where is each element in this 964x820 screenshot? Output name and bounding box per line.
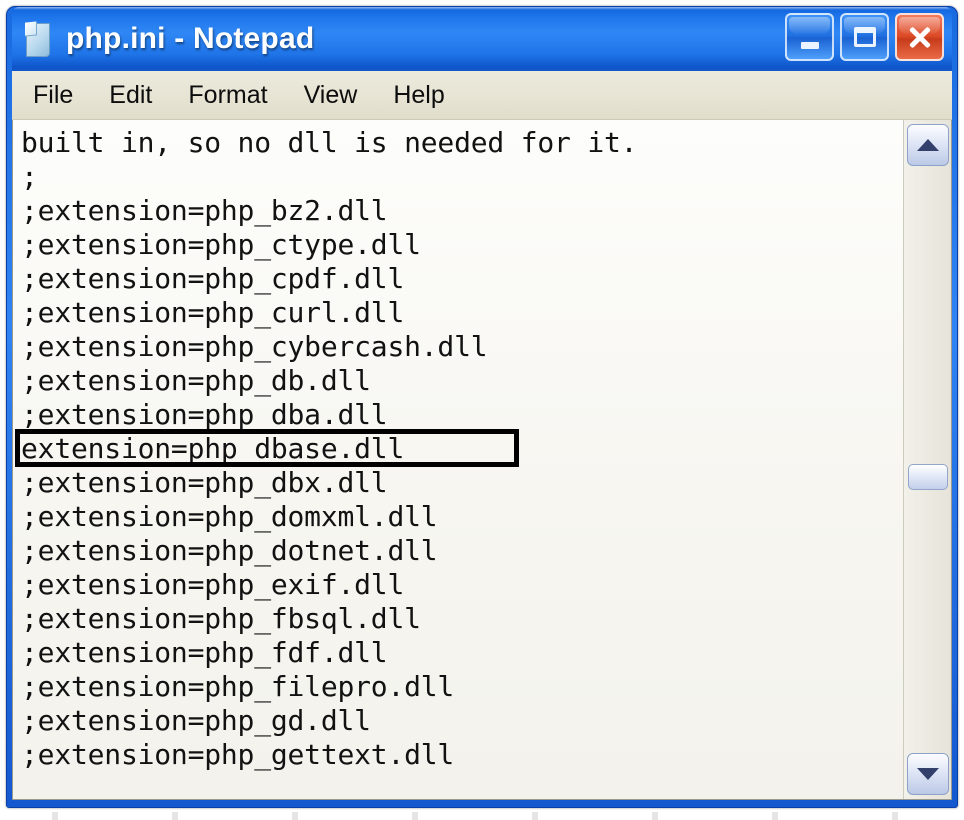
minimize-button[interactable] <box>785 13 834 61</box>
text-line: ;extension=php_fbsql.dll <box>21 602 421 635</box>
chevron-up-icon <box>917 139 939 151</box>
text-line: built in, so no dll is needed for it. <box>21 126 638 159</box>
client-area: built in, so no dll is needed for it.; ;e… <box>12 120 952 800</box>
text-line: ;extension=php_filepro.dll <box>21 670 455 703</box>
vertical-scrollbar[interactable] <box>903 120 951 799</box>
menu-bar: File Edit Format View Help <box>12 71 952 120</box>
scroll-up-button[interactable] <box>907 124 949 166</box>
menu-item-view[interactable]: View <box>301 80 361 111</box>
text-line: ;extension=php_ctype.dll <box>21 228 421 261</box>
text-line: ;extension=php_dbx.dll <box>21 466 388 499</box>
text-line: ; <box>21 160 38 193</box>
text-line: ;extension=php_domxml.dll <box>21 500 438 533</box>
window-title: php.ini - Notepad <box>66 22 315 55</box>
text-line: ;extension=php_exif.dll <box>21 568 405 601</box>
text-line: ;extension=php_db.dll <box>21 364 371 397</box>
close-button[interactable] <box>895 13 944 61</box>
title-bar[interactable]: php.ini - Notepad <box>12 7 952 71</box>
text-line: ;extension=php_fdf.dll <box>21 636 388 669</box>
menu-item-format[interactable]: Format <box>185 80 270 111</box>
screen: php.ini - Notepad File Edit Format View … <box>0 0 964 820</box>
scrollbar-thumb[interactable] <box>908 464 948 490</box>
text-line: ;extension=php_dba.dll <box>21 398 388 431</box>
icon-page-curl <box>25 21 37 37</box>
menu-item-edit[interactable]: Edit <box>106 80 155 111</box>
text-lines: built in, so no dll is needed for it.; ;e… <box>21 126 903 772</box>
text-line: ;extension=php_bz2.dll <box>21 194 388 227</box>
text-editor[interactable]: built in, so no dll is needed for it.; ;e… <box>13 120 903 799</box>
chevron-down-icon <box>917 768 939 780</box>
text-line: ;extension=php_cybercash.dll <box>21 330 488 363</box>
close-icon <box>907 24 933 50</box>
minimize-icon <box>800 41 819 49</box>
notepad-window: php.ini - Notepad File Edit Format View … <box>6 6 958 808</box>
window-controls <box>785 13 944 61</box>
text-line: ;extension=php_dotnet.dll <box>21 534 438 567</box>
maximize-icon <box>853 27 876 47</box>
menu-item-help[interactable]: Help <box>390 80 447 111</box>
text-line-highlighted: extension=php_dbase.dll <box>21 432 405 465</box>
text-line: ;extension=php_gettext.dll <box>21 738 455 771</box>
text-line: ;extension=php_cpdf.dll <box>21 262 405 295</box>
scroll-down-button[interactable] <box>907 753 949 795</box>
maximize-button[interactable] <box>840 13 889 61</box>
notepad-document-icon <box>22 21 52 57</box>
page-background-ghost-text <box>0 812 964 820</box>
text-line: ;extension=php_curl.dll <box>21 296 405 329</box>
text-line: ;extension=php_gd.dll <box>21 704 371 737</box>
menu-item-file[interactable]: File <box>30 80 76 111</box>
